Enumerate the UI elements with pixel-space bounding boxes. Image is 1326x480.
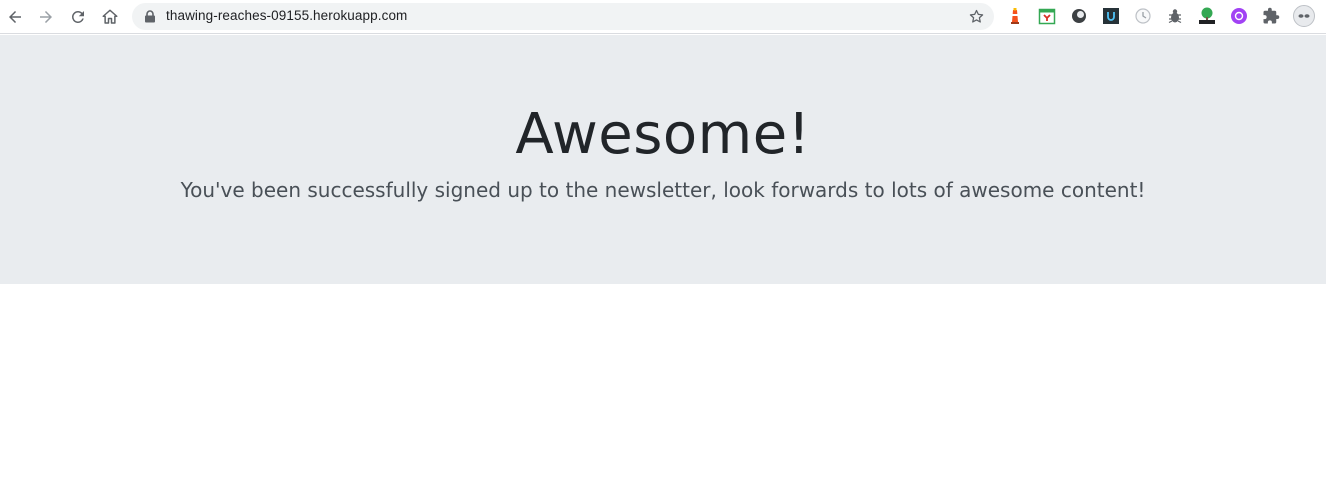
back-button[interactable] <box>1 3 29 31</box>
back-arrow-icon <box>9 11 21 23</box>
bookmark-star-icon[interactable] <box>968 8 985 25</box>
html-tree-extension-icon[interactable] <box>1198 7 1216 25</box>
jumbotron: Awesome! You've been successfully signed… <box>0 35 1326 284</box>
url-text[interactable]: thawing-reaches-09155.herokuapp.com <box>166 8 407 23</box>
puzzle-extensions-icon[interactable] <box>1262 7 1280 25</box>
bug-extension-icon[interactable] <box>1166 7 1184 25</box>
browser-toolbar: thawing-reaches-09155.herokuapp.com <box>0 0 1326 34</box>
reload-icon <box>71 10 84 23</box>
home-icon <box>102 9 118 24</box>
dark-square-extension-icon[interactable] <box>1102 7 1120 25</box>
page-title: Awesome! <box>515 102 811 167</box>
forward-arrow-icon <box>40 11 52 23</box>
success-message: You've been successfully signed up to th… <box>180 178 1146 202</box>
home-button[interactable] <box>96 3 124 31</box>
profile-avatar-icon[interactable] <box>1293 5 1315 27</box>
reload-button[interactable] <box>64 3 92 31</box>
purple-circle-extension-icon[interactable] <box>1230 7 1248 25</box>
lock-icon <box>145 10 155 23</box>
forward-button[interactable] <box>32 3 60 31</box>
address-bar[interactable]: thawing-reaches-09155.herokuapp.com <box>132 3 994 30</box>
dark-circle-extension-icon[interactable] <box>1070 7 1088 25</box>
lighthouse-extension-icon[interactable] <box>1006 7 1024 25</box>
clock-extension-icon[interactable] <box>1134 7 1152 25</box>
calendar-extension-icon[interactable] <box>1038 7 1056 25</box>
